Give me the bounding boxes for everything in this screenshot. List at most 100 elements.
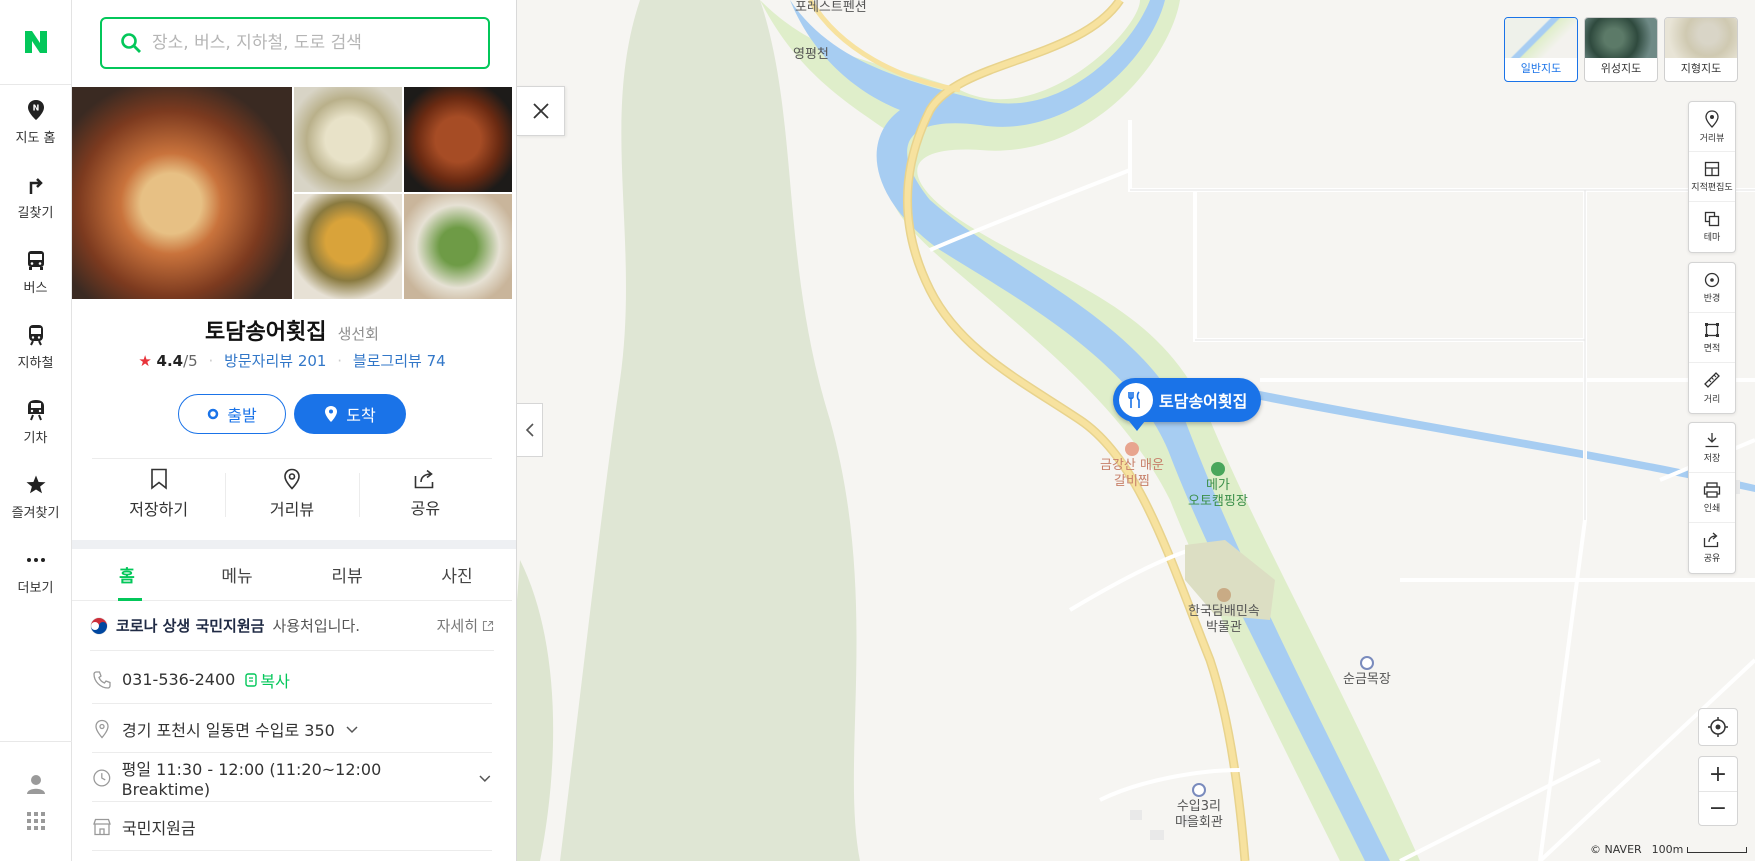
- share-button[interactable]: 공유: [358, 459, 492, 528]
- nav-bottom: [0, 741, 72, 861]
- tool-distance[interactable]: 거리: [1689, 363, 1735, 413]
- zoom-out-button[interactable]: −: [1699, 791, 1737, 825]
- photo-gallery: [72, 87, 512, 299]
- tool-label: 거리: [1703, 395, 1721, 405]
- museum-poi-icon: [1216, 588, 1231, 602]
- nav-label: 지도 홈: [15, 131, 56, 146]
- notice-more-link[interactable]: 자세히: [437, 615, 494, 636]
- arrive-label: 도착: [346, 408, 376, 425]
- subway-icon: [28, 325, 43, 346]
- download-icon: [1705, 432, 1719, 447]
- search-box: [100, 17, 490, 69]
- tool-area[interactable]: 면적: [1689, 313, 1735, 363]
- photo-thumbnail[interactable]: [294, 194, 402, 299]
- visitor-reviews-link[interactable]: 방문자리뷰 201: [224, 352, 326, 370]
- nav-directions[interactable]: 길찾기: [0, 160, 71, 235]
- my-location-button[interactable]: [1698, 708, 1738, 746]
- map-label-stream: 영평천: [793, 47, 829, 62]
- chevron-left-icon: [525, 423, 534, 437]
- map-label-museum: 한국담배민속 박물관: [1188, 604, 1260, 635]
- map-label-camping: 메가 오토캠핑장: [1188, 478, 1248, 509]
- zoom-in-button[interactable]: +: [1699, 757, 1737, 791]
- theme-icon: [1704, 211, 1720, 227]
- streetview-button[interactable]: 거리뷰: [225, 459, 358, 528]
- tool-theme[interactable]: 테마: [1689, 202, 1735, 252]
- place-detail-panel: 토담송어횟집 생선회 ★ 4.4/5 · 방문자리뷰 201 · 블로그리뷰 7…: [72, 0, 517, 861]
- map-poi-museum[interactable]: 한국담배민속 박물관: [1188, 588, 1260, 636]
- map-poi-restaurant[interactable]: 금강산 매운 갈비찜: [1100, 442, 1164, 490]
- map-type-terrain[interactable]: 지형지도: [1664, 17, 1738, 82]
- search-icon: [121, 33, 141, 53]
- nav-subway[interactable]: 지하철: [0, 310, 71, 385]
- tool-streetview[interactable]: 거리뷰: [1689, 102, 1735, 152]
- close-panel-button[interactable]: [517, 86, 565, 136]
- depart-button[interactable]: 출발: [178, 394, 286, 434]
- rating-score: 4.4: [156, 352, 184, 370]
- tool-label: 인쇄: [1703, 503, 1721, 514]
- phone-icon: [93, 670, 111, 689]
- origin-dot-icon: [208, 408, 219, 420]
- area-icon: [1705, 322, 1719, 337]
- tab-menu[interactable]: 메뉴: [182, 549, 292, 600]
- chevron-down-icon: [346, 725, 358, 733]
- scale-label: 100m: [1651, 843, 1684, 856]
- photo-thumbnail[interactable]: [294, 87, 402, 192]
- tool-radius[interactable]: 반경: [1689, 263, 1735, 313]
- camping-poi-icon: [1210, 462, 1225, 476]
- nav-favorites[interactable]: 즐겨찾기: [0, 460, 71, 535]
- arrive-button[interactable]: 도착: [294, 394, 406, 434]
- location-pin-icon: [95, 719, 109, 738]
- save-button[interactable]: 저장하기: [92, 459, 225, 528]
- map-poi-hall[interactable]: 수입3리 마을회관: [1175, 783, 1223, 831]
- nav-train[interactable]: 기차: [0, 385, 71, 460]
- nav-map-home[interactable]: N 지도 홈: [0, 85, 71, 160]
- photo-main[interactable]: [72, 87, 292, 299]
- rating-star-icon: ★: [138, 352, 152, 370]
- hours-row[interactable]: 평일 11:30 - 12:00 (11:20~12:00 Breaktime): [92, 754, 492, 802]
- search-input[interactable]: [152, 33, 472, 53]
- marker-label: 토담송어횟집: [1159, 392, 1248, 411]
- map-type-general[interactable]: 일반지도: [1504, 17, 1578, 82]
- depart-label: 출발: [227, 408, 257, 425]
- restaurant-marker-icon: [1119, 383, 1153, 417]
- separator-dot: ·: [337, 352, 343, 370]
- tab-review[interactable]: 리뷰: [292, 549, 402, 600]
- photo-thumbnail[interactable]: [404, 87, 512, 192]
- place-marker[interactable]: 토담송어횟집: [1113, 378, 1262, 431]
- tool-cadastral[interactable]: 지적편집도: [1689, 152, 1735, 202]
- collapse-panel-button[interactable]: [517, 403, 543, 457]
- tool-share[interactable]: 공유: [1689, 523, 1735, 573]
- tool-print[interactable]: 인쇄: [1689, 473, 1735, 523]
- zoom-control: + −: [1698, 756, 1738, 826]
- tab-home[interactable]: 홈: [72, 549, 182, 601]
- phone-number[interactable]: 031-536-2400: [122, 670, 235, 689]
- naver-logo[interactable]: [0, 0, 71, 85]
- photo-thumbnail[interactable]: [404, 194, 512, 299]
- address-text: 경기 포천시 일동면 수입로 350: [122, 720, 335, 740]
- map-type-label: 지형지도: [1680, 62, 1722, 75]
- share-icon: [1703, 532, 1719, 548]
- map-type-selector: 일반지도 위성지도 지형지도: [1504, 17, 1738, 82]
- share-icon: [415, 469, 434, 488]
- map-poi-ranch[interactable]: 순금목장: [1343, 656, 1391, 688]
- tool-label: 거리뷰: [1699, 133, 1725, 144]
- apps-grid-icon[interactable]: [26, 811, 46, 831]
- copy-phone-button[interactable]: 복사: [245, 668, 290, 692]
- address-row[interactable]: 경기 포천시 일동면 수입로 350: [92, 705, 492, 753]
- nav-bus[interactable]: 버스: [0, 235, 71, 310]
- terrain-map-thumbnail: [1665, 18, 1737, 58]
- tool-label: 테마: [1703, 233, 1721, 243]
- notice-text: 사용처입니다.: [272, 617, 361, 635]
- user-icon[interactable]: [25, 773, 47, 795]
- detail-tabs: 홈 메뉴 리뷰 사진: [72, 549, 512, 601]
- map-poi-camping[interactable]: 메가 오토캠핑장: [1188, 462, 1248, 510]
- action-label: 공유: [410, 498, 441, 518]
- map-label-pension[interactable]: 포레스트펜션: [795, 0, 867, 16]
- tool-save[interactable]: 저장: [1689, 423, 1735, 473]
- tab-photo[interactable]: 사진: [402, 549, 512, 600]
- destination-pin-icon: [325, 406, 338, 422]
- nav-more[interactable]: 더보기: [0, 535, 71, 610]
- map-type-satellite[interactable]: 위성지도: [1584, 17, 1658, 82]
- blog-reviews-link[interactable]: 블로그리뷰 74: [353, 352, 446, 370]
- copy-icon: [245, 672, 258, 687]
